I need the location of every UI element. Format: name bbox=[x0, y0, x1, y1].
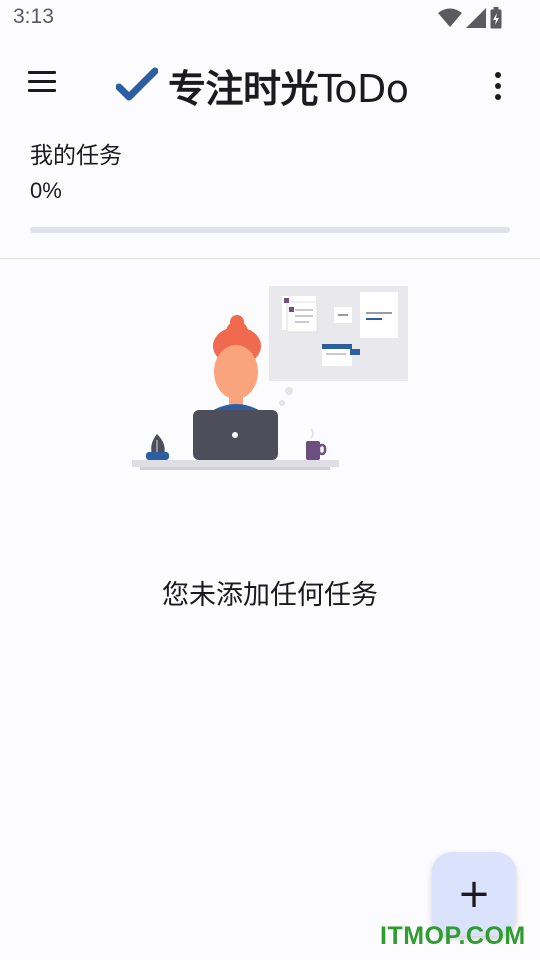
progress-percent: 0% bbox=[30, 178, 62, 203]
watermark: ITMOP.COM bbox=[380, 922, 526, 950]
divider bbox=[0, 258, 540, 259]
progress-bar bbox=[30, 227, 510, 233]
menu-button[interactable] bbox=[22, 64, 62, 104]
menu-icon-bar bbox=[28, 80, 56, 83]
mug-illustration bbox=[310, 428, 314, 439]
empty-state-illustration bbox=[132, 286, 408, 470]
more-options-button[interactable] bbox=[486, 68, 510, 104]
status-icons bbox=[438, 7, 502, 29]
more-vert-icon-dot bbox=[495, 94, 501, 100]
status-time: 3:13 bbox=[13, 5, 54, 28]
app-title-group: 专注时光ToDo bbox=[116, 58, 409, 113]
menu-icon-bar bbox=[28, 89, 56, 92]
my-tasks-label: 我的任务 bbox=[30, 143, 122, 169]
app-title: 专注时光ToDo bbox=[168, 58, 409, 113]
battery-charging-icon bbox=[490, 7, 502, 29]
more-vert-icon-dot bbox=[495, 83, 501, 89]
add-icon: + bbox=[457, 871, 491, 917]
wifi-icon bbox=[438, 8, 462, 27]
check-icon bbox=[116, 67, 158, 101]
desk-illustration bbox=[132, 460, 339, 467]
empty-state-message: 您未添加任何任务 bbox=[162, 580, 378, 611]
menu-icon bbox=[28, 71, 56, 74]
app-title-cn: 专注时光 bbox=[168, 66, 319, 111]
app-bar: 专注时光ToDo bbox=[0, 38, 540, 134]
app-title-en: ToDo bbox=[318, 66, 409, 111]
plant-illustration bbox=[151, 434, 165, 454]
status-bar: 3:13 bbox=[0, 0, 540, 38]
signal-icon bbox=[466, 8, 486, 28]
more-vert-icon bbox=[495, 72, 501, 78]
